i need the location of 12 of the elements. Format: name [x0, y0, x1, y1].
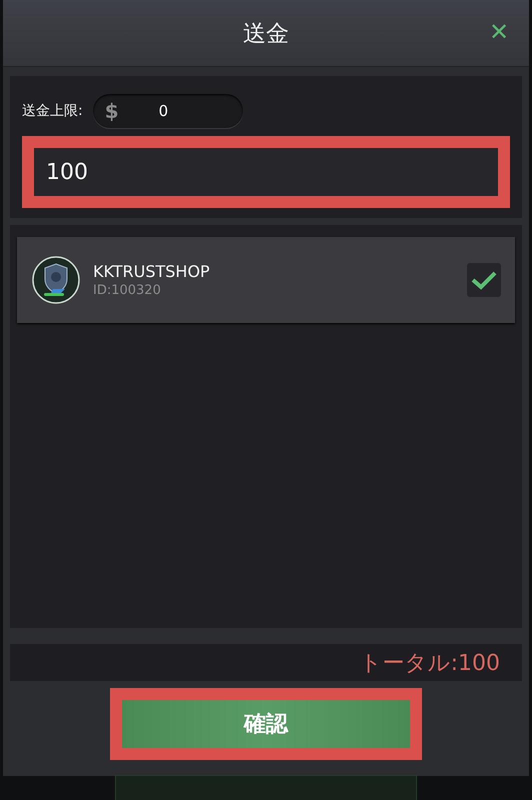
dollar-icon: $ — [104, 99, 119, 123]
recipient-name: KKTRUSTSHOP — [93, 262, 211, 281]
shield-avatar-icon — [31, 255, 81, 305]
amount-field[interactable]: 100 — [22, 136, 510, 208]
limit-label: 送金上限: — [22, 102, 83, 120]
recipient-id: ID:100320 — [93, 283, 162, 298]
recipient-row[interactable]: KKTRUSTSHOP ID:100320 — [17, 237, 515, 323]
dialog-title: 送金 — [243, 20, 289, 48]
close-button[interactable]: ✕ — [483, 18, 515, 47]
checkbox[interactable] — [467, 263, 501, 297]
total-amount: トータル:100 — [360, 650, 500, 678]
limit-field: $ 0 — [92, 94, 243, 128]
